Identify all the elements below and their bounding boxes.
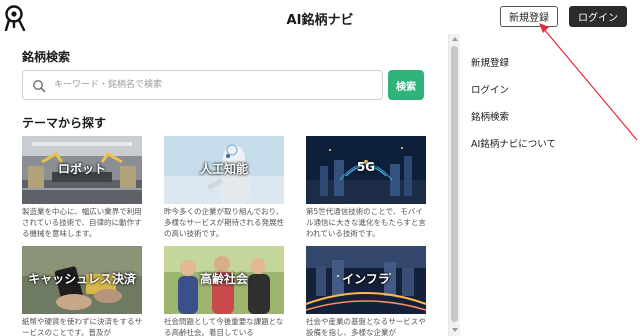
scroll-up-arrow-icon[interactable] bbox=[452, 37, 458, 41]
sidenav-item-stock-search[interactable]: 銘柄検索 bbox=[471, 109, 509, 123]
sidenav-item-about[interactable]: AI銘柄ナビについて bbox=[471, 136, 556, 150]
register-button[interactable]: 新規登録 bbox=[500, 6, 558, 27]
theme-description: 社会や産業の基盤となるサービスや設備を指し、多様な企業が bbox=[306, 317, 426, 336]
main-content: 銘柄検索 検索 テーマから探す bbox=[7, 34, 448, 336]
scroll-down-arrow-icon[interactable] bbox=[452, 328, 458, 332]
theme-label: インフラ bbox=[342, 272, 390, 286]
theme-label: 高齢社会 bbox=[199, 272, 248, 286]
theme-image[interactable]: インフラ bbox=[306, 246, 426, 314]
theme-description: 第5世代通信技術のことで、モバイル通信に大きな進化をもたらすと言われている技術で… bbox=[306, 207, 426, 238]
top-header: AI銘柄ナビ 新規登録 ログイン bbox=[0, 0, 640, 34]
theme-description: 紙幣や硬貨を使わずに決済をするサービスのことです。普及が bbox=[22, 317, 142, 336]
search-icon bbox=[33, 80, 46, 93]
theme-image[interactable]: 人工知能 bbox=[164, 136, 284, 204]
theme-label: 人工知能 bbox=[199, 162, 248, 176]
search-input[interactable] bbox=[54, 76, 374, 94]
theme-browse-heading: テーマから探す bbox=[22, 116, 107, 130]
theme-description: 昨今多くの企業が取り組んでおり、多様なサービスが期待される発展性の高い技術です。 bbox=[164, 207, 284, 238]
sidenav-item-login[interactable]: ログイン bbox=[471, 82, 509, 96]
search-field[interactable] bbox=[22, 70, 383, 100]
stock-search-heading: 銘柄検索 bbox=[22, 50, 71, 64]
app-window: AI銘柄ナビ 新規登録 ログイン 銘柄検索 検索 テーマから探す bbox=[0, 0, 640, 336]
theme-image[interactable]: 高齢社会 bbox=[164, 246, 284, 314]
theme-label: 5G bbox=[356, 160, 376, 174]
theme-description: 製造業を中心に、幅広い業界で利用されている技術で、自律的に動作する機械を意味しま… bbox=[22, 207, 142, 238]
theme-image[interactable]: キャッシュレス決済 bbox=[22, 246, 142, 314]
main-scrollbar[interactable] bbox=[448, 34, 460, 336]
side-nav: 新規登録 ログイン 銘柄検索 AI銘柄ナビについて bbox=[461, 34, 640, 336]
theme-label: ロボット bbox=[57, 162, 106, 176]
theme-image[interactable]: 5G bbox=[306, 136, 426, 204]
search-button[interactable]: 検索 bbox=[388, 70, 424, 100]
theme-description: 社会問題として今後重要な課題となる高齢社会。着目している bbox=[164, 317, 284, 336]
scrollbar-thumb[interactable] bbox=[451, 46, 458, 322]
login-button[interactable]: ログイン bbox=[569, 6, 627, 27]
sidenav-item-register[interactable]: 新規登録 bbox=[471, 55, 509, 69]
theme-image[interactable]: ロボット bbox=[22, 136, 142, 204]
theme-label: キャッシュレス決済 bbox=[28, 272, 136, 286]
